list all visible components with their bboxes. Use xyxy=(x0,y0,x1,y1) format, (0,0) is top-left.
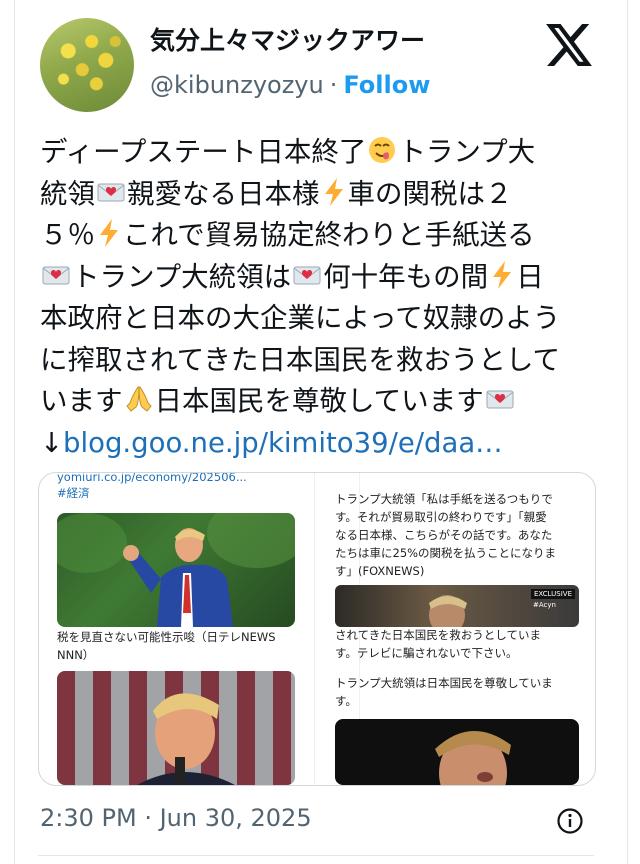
media-right-line: たちは車に25%の関税を払うことになりま xyxy=(335,546,557,560)
divider xyxy=(38,855,594,856)
tweet-timestamp[interactable]: 2:30 PM · Jun 30, 2025 xyxy=(40,804,312,832)
info-icon[interactable] xyxy=(556,807,584,835)
love-letter-icon xyxy=(486,390,514,409)
hashtag-badge: #Acyn xyxy=(533,601,556,609)
x-logo-icon[interactable] xyxy=(546,24,592,66)
tweet-line: 統領 xyxy=(40,177,95,210)
tweet-line: トランプ大統領は xyxy=(72,260,292,293)
media-right-line: トランプ大統領「私は手紙を送るつもりで xyxy=(335,492,553,506)
exclusive-badge: EXCLUSIVE xyxy=(531,589,575,599)
media-left-url: yomiuri.co.jp/economy/202506... xyxy=(57,472,247,484)
media-right-bottom-line-2: す。 xyxy=(335,694,357,708)
media-left-tag: #経済 xyxy=(57,486,90,500)
tweet-link[interactable]: blog.goo.ne.jp/kimito39/e/daa… xyxy=(63,427,503,459)
display-name[interactable]: 気分上々マジックアワー xyxy=(150,24,425,58)
lightning-icon xyxy=(324,177,343,206)
link-arrow: ↓ xyxy=(40,426,64,459)
tweet-text: ディープステート日本終了 トランプ大 統領 親愛なる日本様 車の関税は２ ５％ これで貿… xyxy=(40,132,600,464)
follow-button[interactable]: Follow xyxy=(343,71,430,99)
media-attachment[interactable]: yomiuri.co.jp/economy/202506... #経済 税を見直… xyxy=(38,472,596,786)
tweet-line: 何十年もの間 xyxy=(323,260,489,293)
tweet-line: 日 xyxy=(516,260,544,293)
tweet-line: います xyxy=(40,385,123,417)
media-right-line: す。それが貿易取引の終わりです」「親愛 xyxy=(335,510,547,524)
trump-fist-photo xyxy=(57,513,295,627)
tweet-line: これで貿易協定終わりと手紙送る xyxy=(123,219,535,251)
avatar[interactable] xyxy=(40,18,134,112)
love-letter-icon xyxy=(42,266,70,284)
yum-face-icon xyxy=(369,137,396,163)
love-letter-icon xyxy=(293,266,321,284)
media-left-caption-2: NNN） xyxy=(57,648,95,662)
media-right-line: す」(FOXNEWS) xyxy=(335,564,425,578)
praying-hands-icon xyxy=(125,386,152,412)
fox-news-photo: EXCLUSIVE #Acyn xyxy=(335,585,579,627)
separator-dot: · xyxy=(329,71,338,99)
media-right-line: なる日本様、こちらがその話です。あなた xyxy=(335,528,553,542)
media-right-bottom-line: トランプ大統領は日本国民を尊敬していま xyxy=(335,676,553,690)
trump-podium-photo xyxy=(57,671,295,785)
handle[interactable]: @kibunzyozyu xyxy=(150,71,324,99)
media-right-mid-line: す。テレビに騙されないで下さい。 xyxy=(335,646,518,660)
media-left-caption: 税を見直さない可能性示唆（日テレNEWS xyxy=(57,630,276,644)
tweet-line: 本政府と日本の大企業によって奴隷のよう xyxy=(40,302,561,334)
tweet-line: 車の関税は２ xyxy=(347,177,513,210)
trump-podium-illustration xyxy=(57,671,295,785)
tweet-line: ディープステート日本終了 xyxy=(40,136,367,168)
trump-fist-illustration xyxy=(57,513,295,627)
handle-row: @kibunzyozyu · Follow xyxy=(150,68,430,102)
lightning-icon xyxy=(493,260,512,289)
young-trump-photo xyxy=(335,719,579,785)
media-right-mid-line: されてきた日本国民を救おうとしていま xyxy=(335,628,541,642)
lightning-icon xyxy=(100,219,118,247)
tweet-line: ５％ xyxy=(40,219,95,251)
tweet-line: 親愛なる日本様 xyxy=(127,177,320,210)
young-trump-illustration xyxy=(435,730,511,785)
tweet-line: 日本国民を尊敬しています xyxy=(154,385,484,417)
tweet-line: トランプ大 xyxy=(398,136,536,168)
love-letter-icon xyxy=(97,183,125,201)
tweet-line: に搾取されてきた日本国民を救おうとして xyxy=(40,343,561,376)
